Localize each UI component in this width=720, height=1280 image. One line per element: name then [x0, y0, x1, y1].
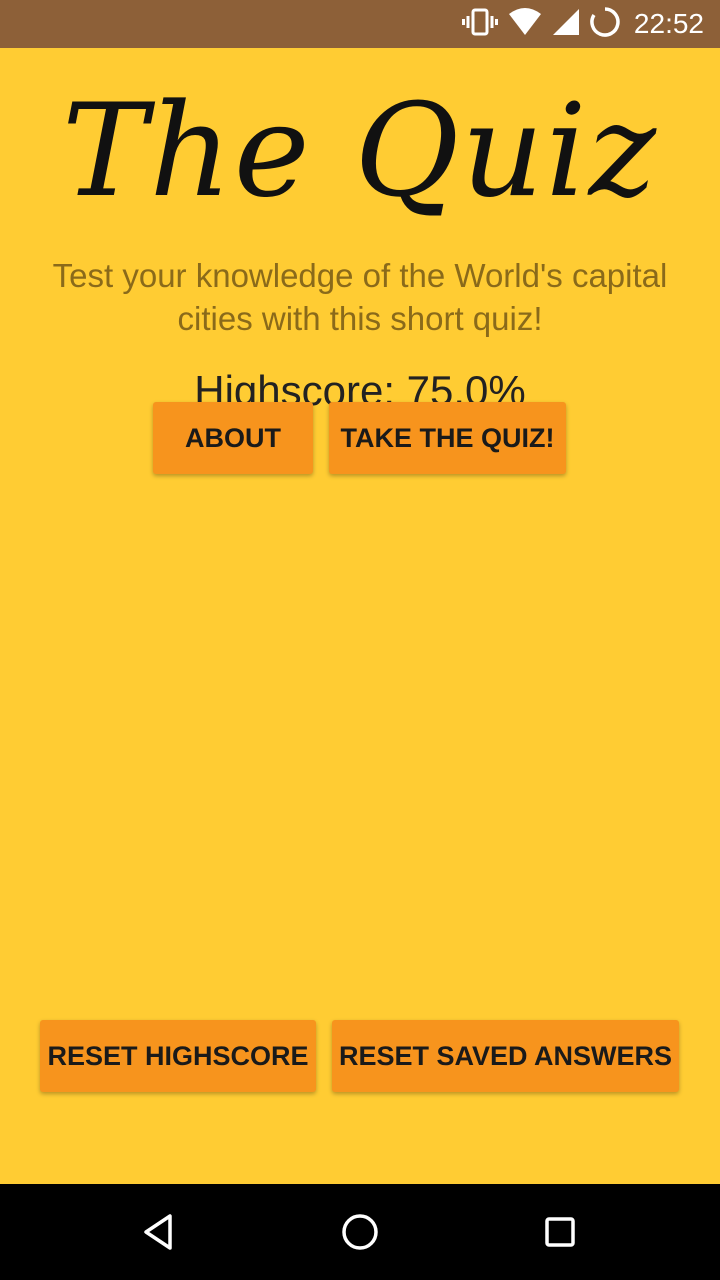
navigation-bar	[0, 1184, 720, 1280]
signal-icon	[552, 8, 580, 41]
status-clock: 22:52	[633, 8, 704, 39]
app-subtitle: Test your knowledge of the World's capit…	[52, 257, 668, 337]
wifi-icon	[508, 7, 542, 41]
app-title: The Quiz	[62, 77, 658, 226]
about-button[interactable]: ABOUT	[153, 402, 313, 474]
reset-highscore-button[interactable]: RESET HIGHSCORE	[40, 1020, 316, 1092]
status-bar: 22:52	[0, 0, 720, 48]
main-screen: The Quiz Test your knowledge of the Worl…	[0, 48, 720, 1184]
sync-icon	[590, 6, 620, 42]
status-icons: 22:52	[461, 0, 704, 48]
reset-saved-answers-button[interactable]: RESET SAVED ANSWERS	[332, 1020, 679, 1092]
recents-icon[interactable]	[536, 1208, 584, 1256]
home-icon[interactable]	[336, 1208, 384, 1256]
back-icon[interactable]	[136, 1208, 184, 1256]
vibrate-icon	[461, 7, 498, 42]
take-quiz-button[interactable]: TAKE THE QUIZ!	[329, 402, 566, 474]
